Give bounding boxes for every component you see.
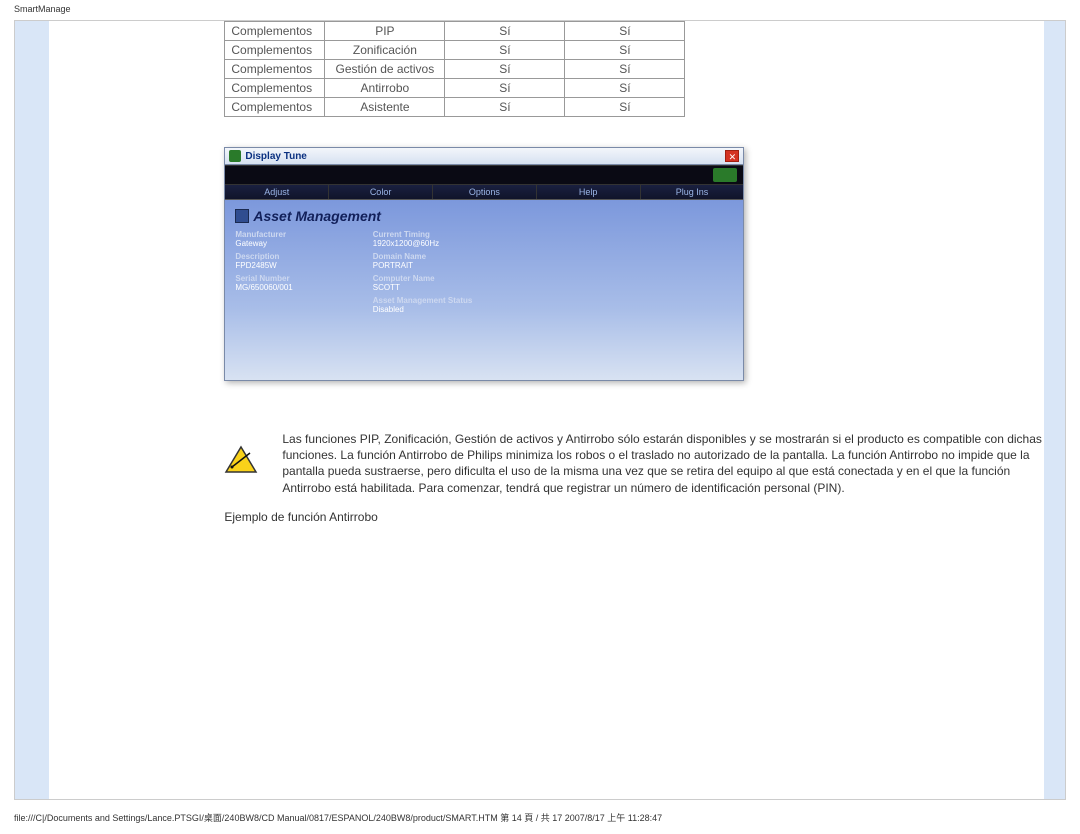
value-computer: SCOTT [373, 283, 473, 292]
cell-category: Complementos [225, 60, 325, 79]
label-serial: Serial Number [235, 274, 292, 283]
cell-feature: Gestión de activos [325, 60, 445, 79]
value-manufacturer: Gateway [235, 239, 292, 248]
section-title: Asset Management [253, 208, 381, 224]
cell-feature: Asistente [325, 98, 445, 117]
display-tune-window: Display Tune ✕ Adjust Color Options Help… [224, 147, 744, 381]
warning-icon [224, 445, 258, 475]
tab-plugins[interactable]: Plug Ins [641, 185, 744, 199]
main-content: Complementos PIP Sí Sí Complementos Zoni… [49, 21, 1044, 799]
label-timing: Current Timing [373, 230, 473, 239]
sidebar-right [1044, 21, 1065, 799]
cell-value: Sí [445, 22, 565, 41]
table-row: Complementos Antirrobo Sí Sí [225, 79, 685, 98]
cell-category: Complementos [225, 79, 325, 98]
info-col-left: Manufacturer Gateway Description FPD2485… [235, 230, 292, 318]
cell-feature: Antirrobo [325, 79, 445, 98]
titlebar: Display Tune ✕ [225, 148, 743, 165]
cell-category: Complementos [225, 22, 325, 41]
label-description: Description [235, 252, 292, 261]
table-row: Complementos Zonificación Sí Sí [225, 41, 685, 60]
cell-feature: Zonificación [325, 41, 445, 60]
asset-icon [235, 209, 249, 223]
cell-value: Sí [445, 98, 565, 117]
footer-path: file:///C|/Documents and Settings/Lance.… [14, 811, 662, 824]
cell-value: Sí [565, 98, 685, 117]
table-row: Complementos Gestión de activos Sí Sí [225, 60, 685, 79]
content-frame: Complementos PIP Sí Sí Complementos Zoni… [14, 20, 1066, 800]
window-title: Display Tune [245, 151, 725, 162]
tab-adjust[interactable]: Adjust [225, 185, 329, 199]
page-header: SmartManage [0, 0, 1080, 14]
info-col-right: Current Timing 1920x1200@60Hz Domain Nam… [373, 230, 473, 318]
window-body: Asset Management Manufacturer Gateway De… [225, 200, 743, 380]
table-row: Complementos Asistente Sí Sí [225, 98, 685, 117]
tab-color[interactable]: Color [329, 185, 433, 199]
value-am-status: Disabled [373, 305, 473, 314]
features-table: Complementos PIP Sí Sí Complementos Zoni… [224, 21, 685, 117]
cell-value: Sí [565, 41, 685, 60]
info-columns: Manufacturer Gateway Description FPD2485… [235, 230, 733, 318]
example-caption: Ejemplo de función Antirrobo [224, 510, 1044, 524]
value-serial: MG/650060/001 [235, 283, 292, 292]
info-paragraph-row: Las funciones PIP, Zonificación, Gestión… [224, 431, 1044, 496]
section-title-row: Asset Management [235, 208, 733, 224]
cell-value: Sí [445, 79, 565, 98]
cell-value: Sí [445, 60, 565, 79]
cell-category: Complementos [225, 98, 325, 117]
label-am-status: Asset Management Status [373, 296, 473, 305]
value-timing: 1920x1200@60Hz [373, 239, 473, 248]
app-icon [229, 150, 241, 162]
cell-value: Sí [565, 60, 685, 79]
table-row: Complementos PIP Sí Sí [225, 22, 685, 41]
label-computer: Computer Name [373, 274, 473, 283]
value-domain: PORTRAIT [373, 261, 473, 270]
close-icon[interactable]: ✕ [725, 150, 739, 162]
value-description: FPD2485W [235, 261, 292, 270]
tab-help[interactable]: Help [537, 185, 641, 199]
tab-options[interactable]: Options [433, 185, 537, 199]
cell-value: Sí [445, 41, 565, 60]
brand-logo [713, 168, 737, 182]
brand-bar [225, 165, 743, 185]
cell-category: Complementos [225, 41, 325, 60]
sidebar-left [15, 21, 49, 799]
label-manufacturer: Manufacturer [235, 230, 292, 239]
info-paragraph: Las funciones PIP, Zonificación, Gestión… [282, 431, 1044, 496]
cell-value: Sí [565, 22, 685, 41]
tab-bar: Adjust Color Options Help Plug Ins [225, 185, 743, 200]
label-domain: Domain Name [373, 252, 473, 261]
cell-value: Sí [565, 79, 685, 98]
cell-feature: PIP [325, 22, 445, 41]
